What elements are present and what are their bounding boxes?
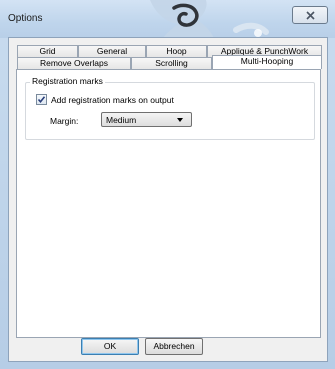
registration-marks-group: Registration marks Add registration mark… — [25, 76, 315, 140]
tab-remove-overlaps[interactable]: Remove Overlaps — [17, 57, 131, 69]
checkmark-icon — [37, 96, 46, 104]
add-registration-marks-option[interactable]: Add registration marks on output — [36, 94, 174, 105]
tab-hoop[interactable]: Hoop — [146, 45, 207, 57]
window-title: Options — [8, 13, 43, 24]
margin-label: Margin: — [50, 116, 79, 126]
tab-scrolling[interactable]: Scrolling — [131, 57, 212, 69]
margin-select-value: Medium — [106, 114, 137, 125]
close-icon — [305, 10, 315, 20]
close-button[interactable] — [292, 6, 328, 24]
registration-marks-label: Registration marks — [30, 76, 105, 86]
cancel-button[interactable]: Abbrechen — [145, 338, 203, 355]
tab-general[interactable]: General — [78, 45, 146, 57]
dropdown-arrow-icon — [177, 118, 183, 122]
titlebar-artwork — [150, 0, 269, 38]
tab-row-bottom: Remove Overlaps Scrolling Multi-Hooping — [9, 55, 327, 69]
tab-grid[interactable]: Grid — [17, 45, 78, 57]
add-registration-marks-label: Add registration marks on output — [51, 94, 174, 105]
tab-multi-hooping[interactable]: Multi-Hooping — [212, 55, 322, 69]
multi-hooping-page: Registration marks Add registration mark… — [16, 69, 321, 338]
ok-button[interactable]: OK — [81, 338, 139, 355]
options-window: Options Grid General Hoop Appliqué & Pun… — [0, 0, 335, 369]
title-bar[interactable]: Options — [0, 0, 335, 38]
add-registration-marks-checkbox[interactable] — [36, 94, 47, 105]
margin-select[interactable]: Medium — [101, 112, 192, 127]
